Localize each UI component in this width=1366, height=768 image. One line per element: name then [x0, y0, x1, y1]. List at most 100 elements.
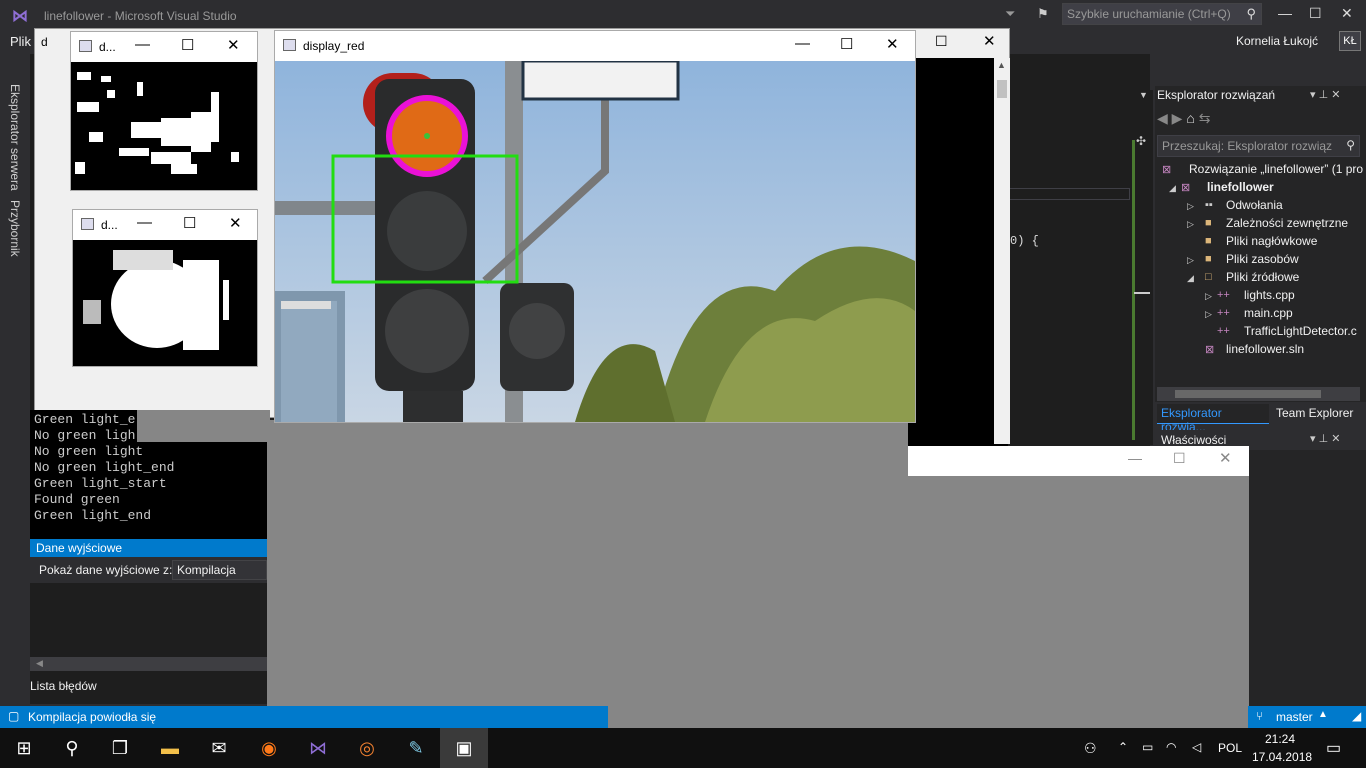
- split-icon[interactable]: ✣: [1136, 134, 1146, 148]
- opencv-window-small-2: d... — ☐ ✕: [72, 209, 258, 367]
- search-icon[interactable]: ⚲: [60, 736, 84, 760]
- maximize-button[interactable]: ☐: [840, 35, 853, 53]
- preview-app-icon[interactable]: ◎: [355, 736, 379, 760]
- filter-icon[interactable]: ⏷: [1005, 6, 1019, 21]
- output-source-select[interactable]: Kompilacja: [172, 560, 267, 580]
- scroll-left-icon[interactable]: ◀: [36, 658, 43, 669]
- splitter-handle[interactable]: [1134, 292, 1150, 294]
- tree-item-resource-files[interactable]: Pliki zasobów: [1226, 252, 1299, 266]
- console-line: No green light_end: [34, 460, 175, 475]
- volume-icon[interactable]: ◁: [1192, 740, 1201, 754]
- maximize-button[interactable]: ☐: [181, 36, 194, 54]
- expand-icon[interactable]: ▷: [1205, 291, 1212, 302]
- language-indicator[interactable]: POL: [1218, 741, 1242, 755]
- traffic-light-photo: [275, 61, 915, 422]
- tree-item-trafficlight-cpp[interactable]: TrafficLightDetector.c: [1244, 324, 1357, 338]
- error-list-tab[interactable]: Lista błędów: [30, 679, 97, 693]
- console-line: No green light: [34, 444, 144, 459]
- quick-launch-input[interactable]: Szybkie uruchamianie (Ctrl+Q) ⚲: [1062, 3, 1262, 25]
- file-explorer-icon[interactable]: ▬: [158, 736, 182, 760]
- solution-tree: ⊠ Rozwiązanie „linefollower” (1 pro ◢ ⊠ …: [1157, 160, 1366, 385]
- window-title: display_red: [303, 39, 365, 53]
- windows-taskbar: [0, 728, 1366, 768]
- close-button[interactable]: ✕: [983, 32, 996, 50]
- user-avatar[interactable]: KŁ: [1339, 31, 1361, 51]
- maximize-button[interactable]: ☐: [183, 214, 196, 232]
- tab-team-explorer[interactable]: Team Explorer: [1276, 406, 1353, 420]
- battery-icon[interactable]: ▭: [1142, 740, 1153, 754]
- collapse-icon[interactable]: ◢: [1169, 183, 1176, 194]
- window-titlebar: — ☐ ✕: [908, 446, 1249, 476]
- tree-item-header-files[interactable]: Pliki nagłówkowe: [1226, 234, 1317, 248]
- chevron-up-icon[interactable]: ⌃: [1118, 740, 1128, 754]
- minimize-button[interactable]: —: [137, 214, 152, 231]
- minimize-button[interactable]: —: [1128, 450, 1142, 466]
- clock-time[interactable]: 21:24: [1265, 732, 1295, 746]
- minimize-button[interactable]: —: [795, 35, 810, 52]
- cpp-file-icon: ++: [1217, 307, 1230, 319]
- windows-start-icon[interactable]: ⊞: [12, 736, 36, 760]
- vertical-scrollbar[interactable]: ▲: [994, 58, 1010, 444]
- expand-icon[interactable]: ▷: [1187, 201, 1194, 212]
- solution-search-input[interactable]: Przeszukaj: Eksplorator rozwiąz ⚲: [1157, 135, 1360, 157]
- window-title: linefollower - Microsoft Visual Studio: [44, 9, 237, 23]
- tree-item-project[interactable]: linefollower: [1207, 180, 1274, 194]
- output-scrollbar[interactable]: ◀: [30, 657, 270, 671]
- wifi-icon[interactable]: ◠: [1166, 740, 1176, 754]
- action-center-icon[interactable]: ▭: [1326, 738, 1341, 758]
- tree-item-main-cpp[interactable]: main.cpp: [1244, 306, 1293, 320]
- collapse-icon[interactable]: ◢: [1187, 273, 1194, 284]
- maximize-button[interactable]: ☐: [1309, 5, 1322, 22]
- tree-item-solution[interactable]: Rozwiązanie „linefollower” (1 pro: [1189, 162, 1363, 176]
- scroll-thumb[interactable]: [997, 80, 1007, 98]
- close-button[interactable]: ✕: [1341, 5, 1353, 22]
- firefox-icon[interactable]: ◉: [257, 736, 281, 760]
- back-icon[interactable]: ◀ ▶: [1157, 110, 1182, 126]
- sync-icon[interactable]: ⇆: [1199, 110, 1211, 126]
- people-icon[interactable]: ⚇: [1084, 740, 1097, 757]
- tab-solution-explorer[interactable]: Eksplorator rozwią...: [1157, 404, 1269, 434]
- dropdown-chevron-icon[interactable]: ▼: [1139, 90, 1148, 100]
- expand-icon[interactable]: ▷: [1187, 219, 1194, 230]
- clock-date[interactable]: 17.04.2018: [1252, 750, 1312, 764]
- expand-icon[interactable]: ▷: [1205, 309, 1212, 320]
- maximize-button[interactable]: ☐: [1173, 450, 1186, 467]
- minimize-button[interactable]: —: [1278, 5, 1292, 21]
- window-icon: [283, 39, 296, 51]
- code-line: 0) {: [1010, 234, 1039, 248]
- task-view-icon[interactable]: ❐: [108, 736, 132, 760]
- tree-item-source-files[interactable]: Pliki źródłowe: [1226, 270, 1299, 284]
- close-button[interactable]: ✕: [229, 214, 242, 232]
- window-titlebar: d... — ☐ ✕: [73, 210, 257, 240]
- mail-icon[interactable]: ✉: [207, 736, 231, 760]
- panel-options-icon[interactable]: ▾ ⊥ ✕: [1310, 88, 1340, 101]
- panel-options-icon[interactable]: ▾ ⊥ ✕: [1310, 432, 1340, 445]
- tree-item-references[interactable]: Odwołania: [1226, 198, 1283, 212]
- horizontal-scrollbar[interactable]: [1157, 387, 1360, 401]
- tree-item-sln[interactable]: linefollower.sln: [1226, 342, 1304, 356]
- gray-overlap: [137, 410, 270, 442]
- branch-name[interactable]: master: [1276, 710, 1313, 724]
- tree-item-lights-cpp[interactable]: lights.cpp: [1244, 288, 1295, 302]
- expand-icon[interactable]: ▷: [1187, 255, 1194, 266]
- visual-studio-icon[interactable]: ⋈: [306, 736, 330, 760]
- feedback-icon[interactable]: ⚑: [1037, 6, 1049, 22]
- close-button[interactable]: ✕: [886, 35, 899, 53]
- output-panel-title: Dane wyjściowe: [30, 539, 270, 557]
- close-button[interactable]: ✕: [227, 36, 240, 54]
- close-button[interactable]: ✕: [1219, 449, 1232, 467]
- opencv-window-icon[interactable]: ▣: [452, 736, 476, 760]
- home-icon[interactable]: ⌂: [1186, 110, 1194, 126]
- maximize-button[interactable]: ☐: [935, 33, 948, 50]
- scroll-thumb[interactable]: [1175, 390, 1321, 398]
- tree-item-external-deps[interactable]: Zależności zewnętrzne: [1226, 216, 1348, 230]
- scroll-up-icon[interactable]: ▲: [997, 60, 1006, 70]
- paint-icon[interactable]: ✎: [404, 736, 428, 760]
- tab-server-explorer[interactable]: Eksplorator serwera: [8, 84, 22, 191]
- console-line: Green light_start: [34, 476, 167, 491]
- left-tool-tabs: Eksplorator serwera Przybornik: [0, 58, 30, 708]
- user-name[interactable]: Kornelia Łukojć: [1236, 34, 1318, 48]
- minimize-button[interactable]: —: [135, 36, 150, 53]
- tab-toolbox[interactable]: Przybornik: [8, 200, 22, 257]
- binary-mask-image: [73, 240, 257, 366]
